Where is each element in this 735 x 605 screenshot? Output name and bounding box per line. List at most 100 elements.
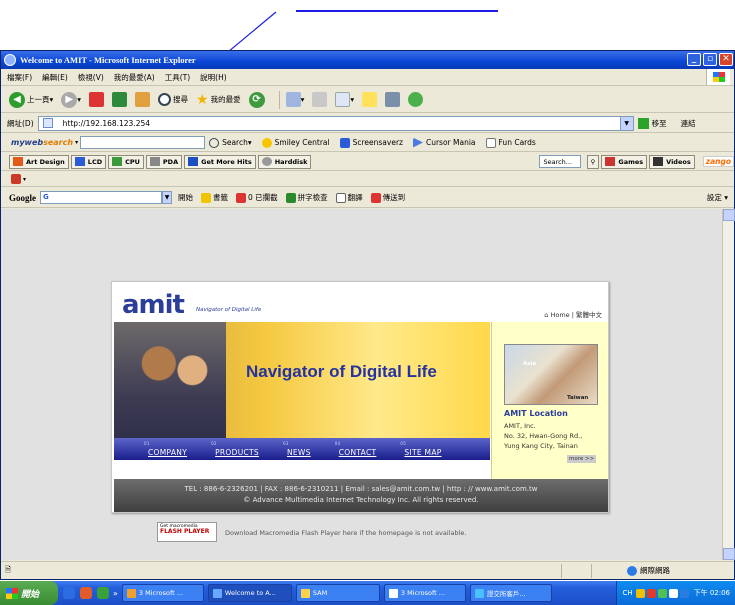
nav-products[interactable]: 02 PRODUCTS: [211, 441, 259, 457]
google-dropdown-icon[interactable]: ▼: [162, 191, 172, 204]
send-icon: [370, 192, 381, 203]
clock[interactable]: 下午 02:06: [694, 588, 730, 598]
flash-player-badge[interactable]: Get macromedia FLASH PLAYER: [157, 522, 217, 542]
history-button[interactable]: ⟳: [248, 91, 265, 108]
quicklaunch-mozilla-icon[interactable]: [80, 587, 92, 599]
task-app-5[interactable]: 證交所客戶...: [469, 584, 552, 602]
quicklaunch-more-icon[interactable]: »: [113, 589, 118, 598]
link-get-more-hits[interactable]: Get More Hits: [184, 154, 256, 169]
amit-logo[interactable]: amit: [122, 290, 185, 320]
hero-title: Navigator of Digital Life: [246, 362, 437, 381]
language-indicator[interactable]: CH: [622, 589, 632, 597]
link-pda[interactable]: PDA: [145, 154, 183, 169]
tray-icon-2[interactable]: [646, 588, 656, 598]
mws-dropdown-icon[interactable]: ▾: [75, 139, 78, 146]
spellcheck-button[interactable]: 拼字檢查: [285, 192, 328, 203]
links-search-button[interactable]: ⚲: [586, 154, 600, 169]
messenger-button[interactable]: [408, 92, 424, 107]
tray-icon-3[interactable]: [657, 588, 667, 598]
tray-icon-5[interactable]: [679, 588, 689, 598]
google-search-input[interactable]: G: [40, 191, 162, 204]
mail-button[interactable]: ▾: [285, 92, 304, 107]
google-bookmarks-button[interactable]: 書籤: [201, 192, 228, 203]
favorites-button[interactable]: ★ 我的最愛: [196, 92, 241, 108]
link-videos[interactable]: Videos: [649, 154, 695, 169]
cursor-mania-link[interactable]: Cursor Mania: [412, 137, 476, 148]
nav-site-map[interactable]: 05 SITE MAP: [400, 441, 441, 457]
task-welcome-amit[interactable]: Welcome to A...: [207, 584, 292, 602]
stop-button[interactable]: [89, 92, 105, 107]
home-button[interactable]: [135, 92, 151, 107]
footer-contact: TEL : 886-6-2326201 | FAX : 886-6-231021…: [184, 485, 538, 493]
address-dropdown-icon[interactable]: ▼: [619, 116, 633, 130]
link-lcd[interactable]: LCD: [70, 154, 107, 169]
screensaverz-link[interactable]: Screensaverz: [339, 137, 403, 148]
popup-blocked-button[interactable]: 0 已攔截: [236, 192, 278, 203]
link-games[interactable]: Games: [601, 154, 648, 169]
windows-logo-icon: [6, 587, 18, 599]
mywebsearch-input[interactable]: [80, 136, 206, 149]
nav-company[interactable]: 01 COMPANY: [144, 441, 187, 457]
task-microsoft-1[interactable]: 3 Microsoft ...: [121, 584, 204, 602]
link-harddisk[interactable]: Harddisk: [257, 154, 312, 169]
mywebsearch-toolbar: mywebsearch ▾ Search ▾ Smiley Central Sc…: [1, 134, 734, 152]
maximize-button[interactable]: ▫: [703, 53, 717, 66]
start-button[interactable]: 開始: [0, 581, 58, 605]
home-language-links[interactable]: ⌂ Home | 繁體中文: [544, 309, 602, 319]
magnifier-icon: [209, 137, 220, 148]
menu-file[interactable]: 檔案(F): [7, 72, 32, 83]
go-button[interactable]: 移至: [637, 117, 667, 129]
addon-icon[interactable]: [11, 174, 21, 184]
menu-tools[interactable]: 工具(T): [165, 72, 190, 83]
link-art-design[interactable]: Art Design: [9, 154, 69, 169]
close-button[interactable]: ✕: [719, 53, 733, 66]
scroll-down-icon[interactable]: [723, 548, 735, 560]
menu-view[interactable]: 檢視(V): [78, 72, 104, 83]
google-logo[interactable]: Google: [9, 193, 36, 203]
scroll-up-icon[interactable]: [723, 209, 735, 221]
address-label: 網址(D): [7, 118, 34, 128]
mws-search-button[interactable]: Search ▾: [209, 137, 252, 148]
tray-icon-1[interactable]: [635, 588, 645, 598]
status-bar: 🗎 網際網路: [1, 561, 734, 579]
addon-dropdown-icon[interactable]: ▾: [23, 176, 26, 183]
more-button[interactable]: more >>: [567, 455, 597, 463]
refresh-button[interactable]: [112, 92, 128, 107]
menu-favorites[interactable]: 我的最愛(A): [114, 72, 155, 83]
mywebsearch-logo: mywebsearch: [11, 138, 74, 147]
translate-button[interactable]: 翻譯: [335, 192, 363, 203]
send-to-button[interactable]: 傳送到: [370, 192, 405, 203]
tray-icon-4[interactable]: [668, 588, 678, 598]
task-microsoft-2[interactable]: 3 Microsoft ...: [383, 584, 466, 602]
menu-edit[interactable]: 編輯(E): [42, 72, 68, 83]
nav-contact[interactable]: 04 CONTACT: [335, 441, 377, 457]
smiley-central-link[interactable]: Smiley Central: [261, 137, 330, 148]
vertical-scrollbar[interactable]: [722, 209, 735, 560]
amit-footer: TEL : 886-6-2326201 | FAX : 886-6-231021…: [114, 479, 608, 512]
address-input[interactable]: http://192.168.123.254 ▼: [37, 115, 634, 131]
minimize-button[interactable]: _: [687, 53, 701, 66]
nav-news[interactable]: 03 NEWS: [283, 441, 311, 457]
link-cpu[interactable]: CPU: [108, 154, 144, 169]
links-button[interactable]: 連結: [681, 118, 696, 129]
arrow-icon: [188, 157, 199, 166]
fun-cards-link[interactable]: Fun Cards: [485, 137, 536, 148]
forward-button[interactable]: ▶ ▾: [61, 91, 81, 108]
task-sam[interactable]: SAM: [295, 584, 380, 602]
google-start-button[interactable]: 開始: [178, 192, 193, 203]
discuss-button[interactable]: [362, 92, 378, 107]
print-button[interactable]: [312, 92, 328, 107]
google-settings-button[interactable]: 設定 ▾: [707, 192, 728, 203]
quicklaunch-messenger-icon[interactable]: [97, 587, 109, 599]
quicklaunch-ie-icon[interactable]: [63, 587, 75, 599]
zango-logo[interactable]: zango: [702, 156, 734, 167]
links-search-input[interactable]: Search...: [539, 155, 581, 168]
back-button[interactable]: ◀ 上一頁 ▾: [9, 91, 53, 108]
location-map[interactable]: Asia Taiwan: [504, 344, 598, 405]
printer-icon: [312, 92, 328, 107]
menu-help[interactable]: 說明(H): [200, 72, 227, 83]
location-title: AMIT Location: [504, 409, 568, 418]
edit-button[interactable]: ▾: [335, 92, 354, 107]
search-button[interactable]: 搜尋: [158, 93, 188, 106]
research-button[interactable]: [385, 92, 401, 107]
